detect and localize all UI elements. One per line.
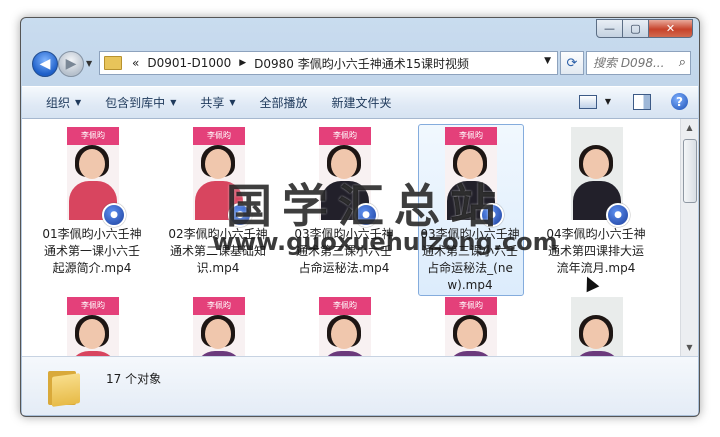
thumbnail-banner: 李佩昀 — [67, 297, 119, 315]
organize-menu[interactable]: 组织 ▼ — [46, 94, 81, 111]
folder-icon — [48, 367, 80, 407]
thumbnail-banner: 李佩昀 — [67, 127, 119, 145]
vertical-scrollbar[interactable]: ▲ ▼ — [680, 119, 698, 356]
video-thumbnail — [571, 297, 623, 356]
help-icon[interactable]: ? — [671, 93, 688, 110]
caption-buttons: — ▢ ✕ — [596, 19, 693, 38]
folder-icon — [104, 56, 122, 70]
video-thumbnail: 李佩昀 — [67, 297, 119, 356]
include-label: 包含到库中 — [105, 96, 166, 110]
recent-pages-dropdown[interactable]: ▼ — [86, 59, 92, 68]
share-label: 共享 — [200, 96, 225, 110]
new-folder-button[interactable]: 新建文件夹 — [332, 94, 392, 111]
thumbnail-banner: 李佩昀 — [445, 127, 497, 145]
chevron-right-icon[interactable]: ▶ — [239, 58, 246, 68]
scroll-down-icon[interactable]: ▼ — [681, 339, 698, 356]
thumbnail-banner: 李佩昀 — [445, 297, 497, 315]
play-all-label: 全部播放 — [259, 96, 308, 110]
organize-label: 组织 — [46, 96, 71, 110]
toolbar-right: ▼ ? — [578, 93, 688, 110]
caret-down-icon[interactable]: ▼ — [605, 97, 611, 106]
media-player-icon: ● — [102, 203, 126, 227]
breadcrumb-current[interactable]: D0980 李佩昀小六壬神通术15课时视频 — [254, 55, 469, 72]
search-input[interactable] — [591, 55, 673, 71]
video-thumbnail: 李佩昀 — [319, 297, 371, 356]
command-bar: 组织 ▼ 包含到库中 ▼ 共享 ▼ 全部播放 新建文件夹 ▼ ? — [22, 86, 698, 119]
caret-down-icon: ▼ — [75, 98, 82, 107]
video-thumbnail: 李佩昀 — [193, 297, 245, 356]
thumbnail-banner: 李佩昀 — [193, 127, 245, 145]
back-button[interactable]: ◀ — [32, 51, 58, 77]
thumbnail-face — [583, 319, 609, 349]
watermark-title: 国学汇总站 — [226, 179, 506, 233]
thumbnail-face — [79, 149, 105, 179]
close-button[interactable]: ✕ — [648, 19, 693, 38]
include-in-library-menu[interactable]: 包含到库中 ▼ — [105, 94, 176, 111]
scrollbar-thumb[interactable] — [683, 139, 697, 203]
item-count: 17 个对象 — [106, 372, 162, 386]
thumbnail-face — [79, 319, 105, 349]
breadcrumb-overflow[interactable]: « — [132, 56, 139, 70]
watermark-url: www.guoxuehuizong.com — [212, 228, 558, 256]
breadcrumb-parent[interactable]: D0901-D1000 — [147, 56, 231, 70]
search-icon[interactable]: ⌕ — [679, 55, 686, 70]
thumbnail-banner: 李佩昀 — [319, 297, 371, 315]
scroll-up-icon[interactable]: ▲ — [681, 119, 698, 136]
search-box[interactable]: ⌕ — [586, 51, 691, 75]
thumbnail-face — [457, 319, 483, 349]
address-bar[interactable]: « D0901-D1000 ▶ D0980 李佩昀小六壬神通术15课时视频 ▼ — [99, 51, 558, 75]
preview-pane-icon[interactable] — [633, 93, 651, 110]
maximize-button[interactable]: ▢ — [622, 19, 649, 38]
video-thumbnail: 李佩昀 — [445, 297, 497, 356]
thumbnail-banner: 李佩昀 — [319, 127, 371, 145]
refresh-button[interactable]: ⟳ — [560, 51, 584, 75]
thumbnail-face — [331, 319, 357, 349]
caret-down-icon: ▼ — [170, 98, 177, 107]
media-player-icon: ● — [606, 203, 630, 227]
thumbnail-face — [205, 319, 231, 349]
file-name: 01李佩昀小六壬神通术第一课小六壬起源简介.mp4 — [42, 227, 142, 275]
file-name: 04李佩昀小六壬神通术第四课排大运流年流月.mp4 — [546, 227, 646, 275]
forward-button[interactable]: ▶ — [58, 51, 84, 77]
thumbnail-face — [583, 149, 609, 179]
minimize-button[interactable]: — — [596, 19, 623, 38]
change-view-icon[interactable] — [578, 94, 597, 109]
chevron-down-icon[interactable]: ▼ — [544, 56, 551, 66]
share-menu[interactable]: 共享 ▼ — [200, 94, 235, 111]
caret-down-icon: ▼ — [229, 98, 236, 107]
navigation-bar: ◀ ▶ ▼ « D0901-D1000 ▶ D0980 李佩昀小六壬神通术15课… — [29, 49, 691, 77]
details-pane: 17 个对象 — [22, 356, 698, 415]
new-folder-label: 新建文件夹 — [331, 96, 392, 110]
play-all-button[interactable]: 全部播放 — [260, 94, 308, 111]
thumbnail-banner: 李佩昀 — [193, 297, 245, 315]
